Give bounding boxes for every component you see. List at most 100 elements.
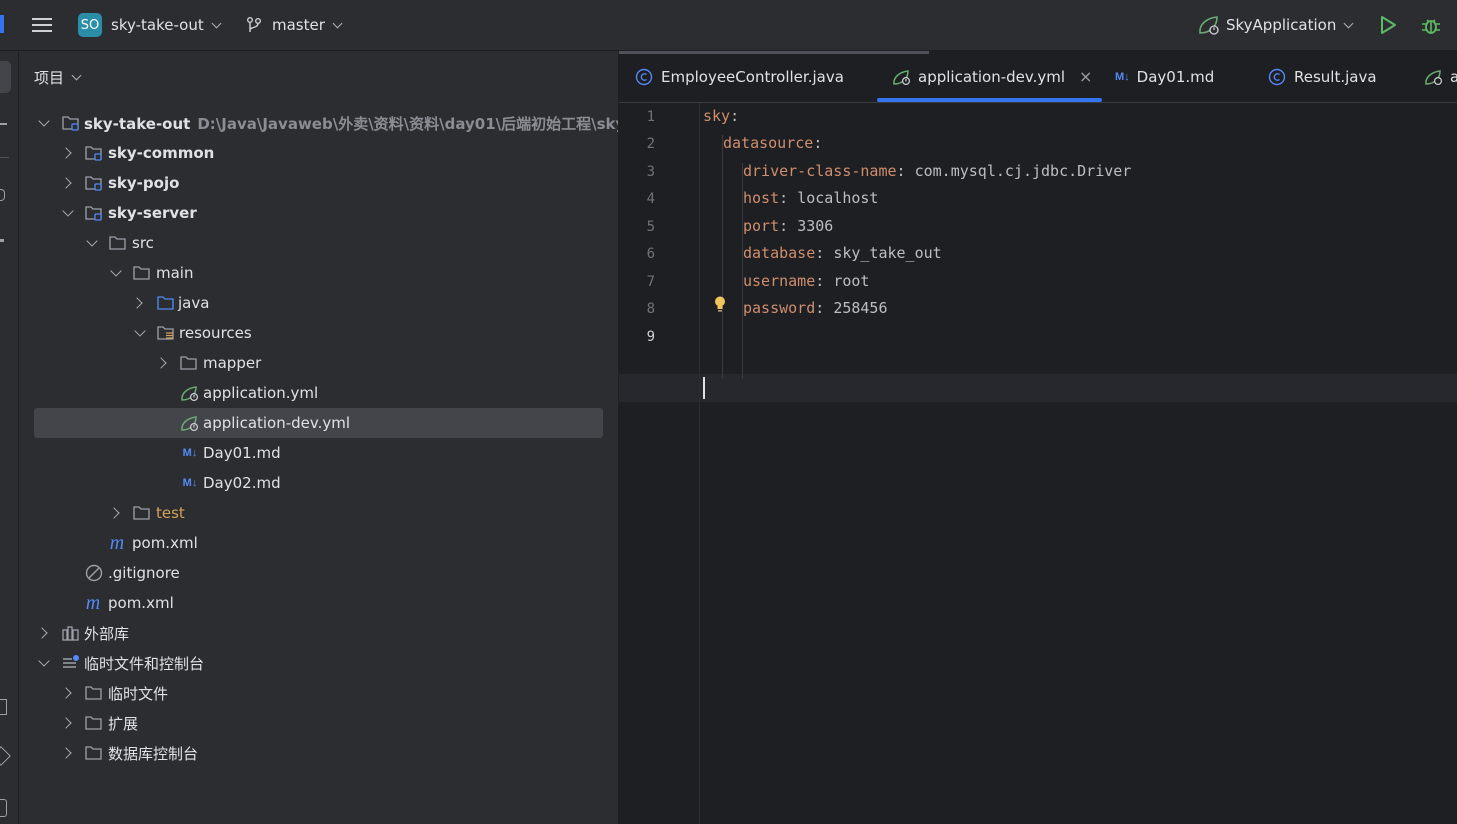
expand-arrow-icon[interactable] xyxy=(60,687,72,699)
tree-item-java[interactable]: java xyxy=(19,288,618,318)
module-folder-icon xyxy=(62,114,80,132)
tree-item-label: main xyxy=(156,264,194,282)
tree-item-gitignore[interactable]: .gitignore xyxy=(19,558,618,588)
tool-icon-4[interactable] xyxy=(0,699,7,715)
expand-arrow-icon[interactable] xyxy=(155,357,167,369)
tree-item-extensions[interactable]: 扩展 xyxy=(19,708,618,738)
branch-selector[interactable]: master xyxy=(246,0,343,50)
tab-employee-controller[interactable]: EmployeeController.java xyxy=(635,51,844,102)
tree-item-day01-md[interactable]: M↓ Day01.md xyxy=(19,438,618,468)
tree-item-label: pom.xml xyxy=(108,594,174,612)
tree-item-pom-xml[interactable]: m pom.xml xyxy=(19,528,618,558)
tree-item-label: test xyxy=(156,504,185,522)
tree-item-scratches[interactable]: 临时文件 xyxy=(19,678,618,708)
expand-arrow-icon[interactable] xyxy=(60,177,72,189)
lightbulb-icon[interactable] xyxy=(713,295,729,319)
tree-item-day02-md[interactable]: M↓ Day02.md xyxy=(19,468,618,498)
tool-icon-6[interactable] xyxy=(0,799,7,817)
tool-icon-2[interactable] xyxy=(0,189,5,201)
tab-day01-md[interactable]: M↓ Day01.md xyxy=(1115,51,1214,102)
module-folder-icon xyxy=(85,204,103,222)
tree-item-external-libraries[interactable]: 外部库 xyxy=(19,618,618,648)
bug-icon xyxy=(1422,19,1440,34)
project-tool-window: 项目 sky-take-out D:\Java\Javaweb\外卖\资料\资料\… xyxy=(19,51,619,824)
collapse-arrow-icon[interactable] xyxy=(86,235,98,247)
tree-item-database-consoles[interactable]: 数据库控制台 xyxy=(19,738,618,768)
expand-arrow-icon[interactable] xyxy=(108,507,120,519)
play-icon xyxy=(1381,16,1396,34)
line-number: 3 xyxy=(646,164,655,180)
code-editor[interactable]: 1 2 3 4 5 6 7 8 9 sky: datasource: drive… xyxy=(619,103,1457,824)
collapse-arrow-icon[interactable] xyxy=(134,325,146,337)
close-tab-icon[interactable]: × xyxy=(1079,67,1092,86)
code-line: host: localhost xyxy=(743,189,879,207)
tree-item-sky-common[interactable]: sky-common xyxy=(19,138,618,168)
tool-icon-1[interactable] xyxy=(0,123,7,125)
main-menu-button[interactable] xyxy=(31,0,53,50)
tree-item-application-yml[interactable]: application.yml xyxy=(19,378,618,408)
tree-item-main[interactable]: main xyxy=(19,258,618,288)
spring-yaml-icon xyxy=(893,69,911,85)
tree-item-mapper[interactable]: mapper xyxy=(19,348,618,378)
git-branch-icon xyxy=(247,17,261,32)
library-icon xyxy=(62,624,80,642)
run-button[interactable] xyxy=(1379,0,1397,50)
tree-item-label: resources xyxy=(179,324,252,342)
debug-button[interactable] xyxy=(1420,0,1442,50)
project-view-selector[interactable]: 项目 xyxy=(34,51,82,103)
collapse-arrow-icon[interactable] xyxy=(110,265,122,277)
tree-item-label: Day02.md xyxy=(203,474,281,492)
tree-item-application-dev-yml[interactable]: application-dev.yml xyxy=(19,408,618,438)
expand-arrow-icon[interactable] xyxy=(60,747,72,759)
code-line: port: 3306 xyxy=(743,217,834,235)
tree-item-scratches-and-consoles[interactable]: 临时文件和控制台 xyxy=(19,648,618,678)
tab-application-dev-yml[interactable]: application-dev.yml × xyxy=(892,51,1092,102)
tree-item-label: pom.xml xyxy=(132,534,198,552)
project-name: sky-take-out xyxy=(111,16,204,34)
tool-icon-5[interactable] xyxy=(0,746,11,766)
code-line: sky: xyxy=(703,107,740,125)
collapse-arrow-icon[interactable] xyxy=(38,115,50,127)
line-number: 2 xyxy=(646,136,655,152)
project-selector[interactable]: SO sky-take-out xyxy=(78,0,222,50)
project-tool-button[interactable] xyxy=(0,61,11,93)
chevron-down-icon xyxy=(1343,18,1354,28)
code-line: database: sky_take_out xyxy=(743,244,942,262)
run-configuration-selector[interactable]: SkyApplication xyxy=(1197,0,1354,50)
tool-icon-3[interactable] xyxy=(0,239,4,242)
java-class-icon xyxy=(635,68,653,85)
tree-item-sky-take-out[interactable]: sky-take-out D:\Java\Javaweb\外卖\资料\资料\day… xyxy=(19,108,618,138)
tree-item-sky-pojo[interactable]: sky-pojo xyxy=(19,168,618,198)
left-edge-marker xyxy=(0,0,4,50)
module-folder-icon xyxy=(85,144,103,162)
expand-arrow-icon[interactable] xyxy=(60,717,72,729)
expand-arrow-icon[interactable] xyxy=(60,147,72,159)
line-number: 6 xyxy=(646,246,655,262)
tab-result-java[interactable]: Result.java xyxy=(1268,51,1377,102)
expand-arrow-icon[interactable] xyxy=(36,627,48,639)
module-folder-icon xyxy=(85,174,103,192)
collapse-arrow-icon[interactable] xyxy=(38,655,50,667)
spring-yaml-icon xyxy=(180,414,198,432)
line-number: 9 xyxy=(646,329,655,345)
tree-item-label: sky-common xyxy=(108,144,215,162)
tree-item-sky-server[interactable]: sky-server xyxy=(19,198,618,228)
maven-icon: m xyxy=(109,531,125,554)
tree-item-pom-xml[interactable]: m pom.xml xyxy=(19,588,618,618)
maven-icon: m xyxy=(85,591,101,614)
tree-item-test[interactable]: test xyxy=(19,498,618,528)
chevron-down-icon xyxy=(211,18,222,28)
ignore-file-icon xyxy=(85,564,103,582)
tree-item-label: 临时文件 xyxy=(108,684,169,703)
folder-icon xyxy=(109,234,127,252)
tree-item-src[interactable]: src xyxy=(19,228,618,258)
text-caret xyxy=(703,377,705,399)
tab-truncated[interactable]: a xyxy=(1424,51,1457,102)
spring-boot-icon xyxy=(1199,16,1219,35)
tab-label: a xyxy=(1450,67,1457,86)
collapse-arrow-icon[interactable] xyxy=(62,205,74,217)
active-tab-indicator xyxy=(877,98,1102,102)
expand-arrow-icon[interactable] xyxy=(131,297,143,309)
tree-item-resources[interactable]: resources xyxy=(19,318,618,348)
line-number: 7 xyxy=(646,274,655,290)
